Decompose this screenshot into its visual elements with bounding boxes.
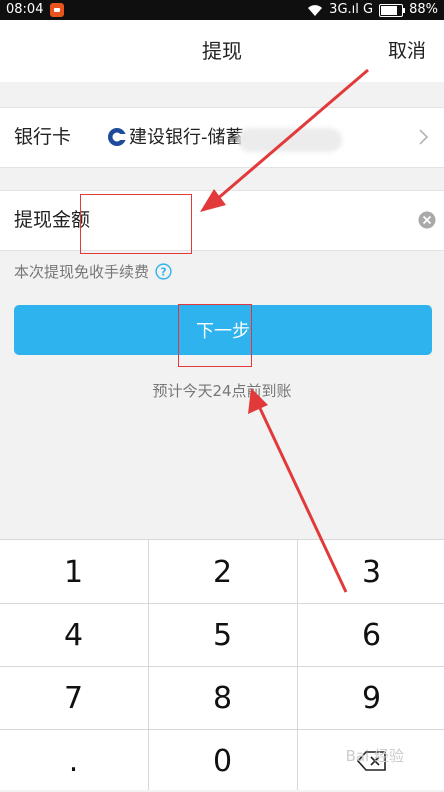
key-4[interactable]: 4 [0,604,147,666]
battery-percent: 88% [409,2,438,17]
chevron-right-icon [419,129,429,145]
status-time: 08:04 [6,2,44,17]
annotation-box-next [178,304,252,367]
arrival-estimate: 预计今天24点前到账 [152,382,292,400]
amount-row: 提现金额 [0,190,444,251]
bank-card-label: 银行卡 [14,126,72,148]
key-7[interactable]: 7 [0,667,147,729]
card-number-mask [238,128,342,152]
key-6[interactable]: 6 [298,604,444,666]
key-8[interactable]: 8 [149,667,296,729]
notification-icon [50,3,64,17]
key-3[interactable]: 3 [298,541,444,603]
battery-icon [379,3,406,17]
bank-card-row[interactable]: 银行卡 建设银行-储蓄 [0,107,444,168]
bank-name: 建设银行-储蓄 [129,127,244,148]
network-indicator: 3G.ıl G [329,2,374,17]
key-9[interactable]: 9 [298,667,444,729]
nav-bar: 提现 取消 [0,20,444,82]
status-right: 3G.ıl G 88% [307,0,438,20]
fee-note-text: 本次提现免收手续费 [14,263,150,281]
cancel-button[interactable]: 取消 [388,20,426,82]
key-0[interactable]: 0 [149,730,296,792]
clear-icon[interactable] [418,211,436,229]
amount-label: 提现金额 [14,209,91,231]
annotation-box-amount [80,194,192,254]
wifi-icon [308,5,323,16]
watermark: Bai 经验 [345,747,404,765]
svg-text:?: ? [161,266,167,278]
fee-note: 本次提现免收手续费 ? [14,261,172,282]
key-dot[interactable]: . [0,730,147,792]
key-1[interactable]: 1 [0,541,147,603]
status-bar: 08:04 3G.ıl G 88% [0,0,444,20]
help-icon[interactable]: ? [155,263,172,280]
key-5[interactable]: 5 [149,604,296,666]
ccb-logo-icon [108,128,126,146]
key-2[interactable]: 2 [149,541,296,603]
page-title: 提现 [202,39,242,63]
